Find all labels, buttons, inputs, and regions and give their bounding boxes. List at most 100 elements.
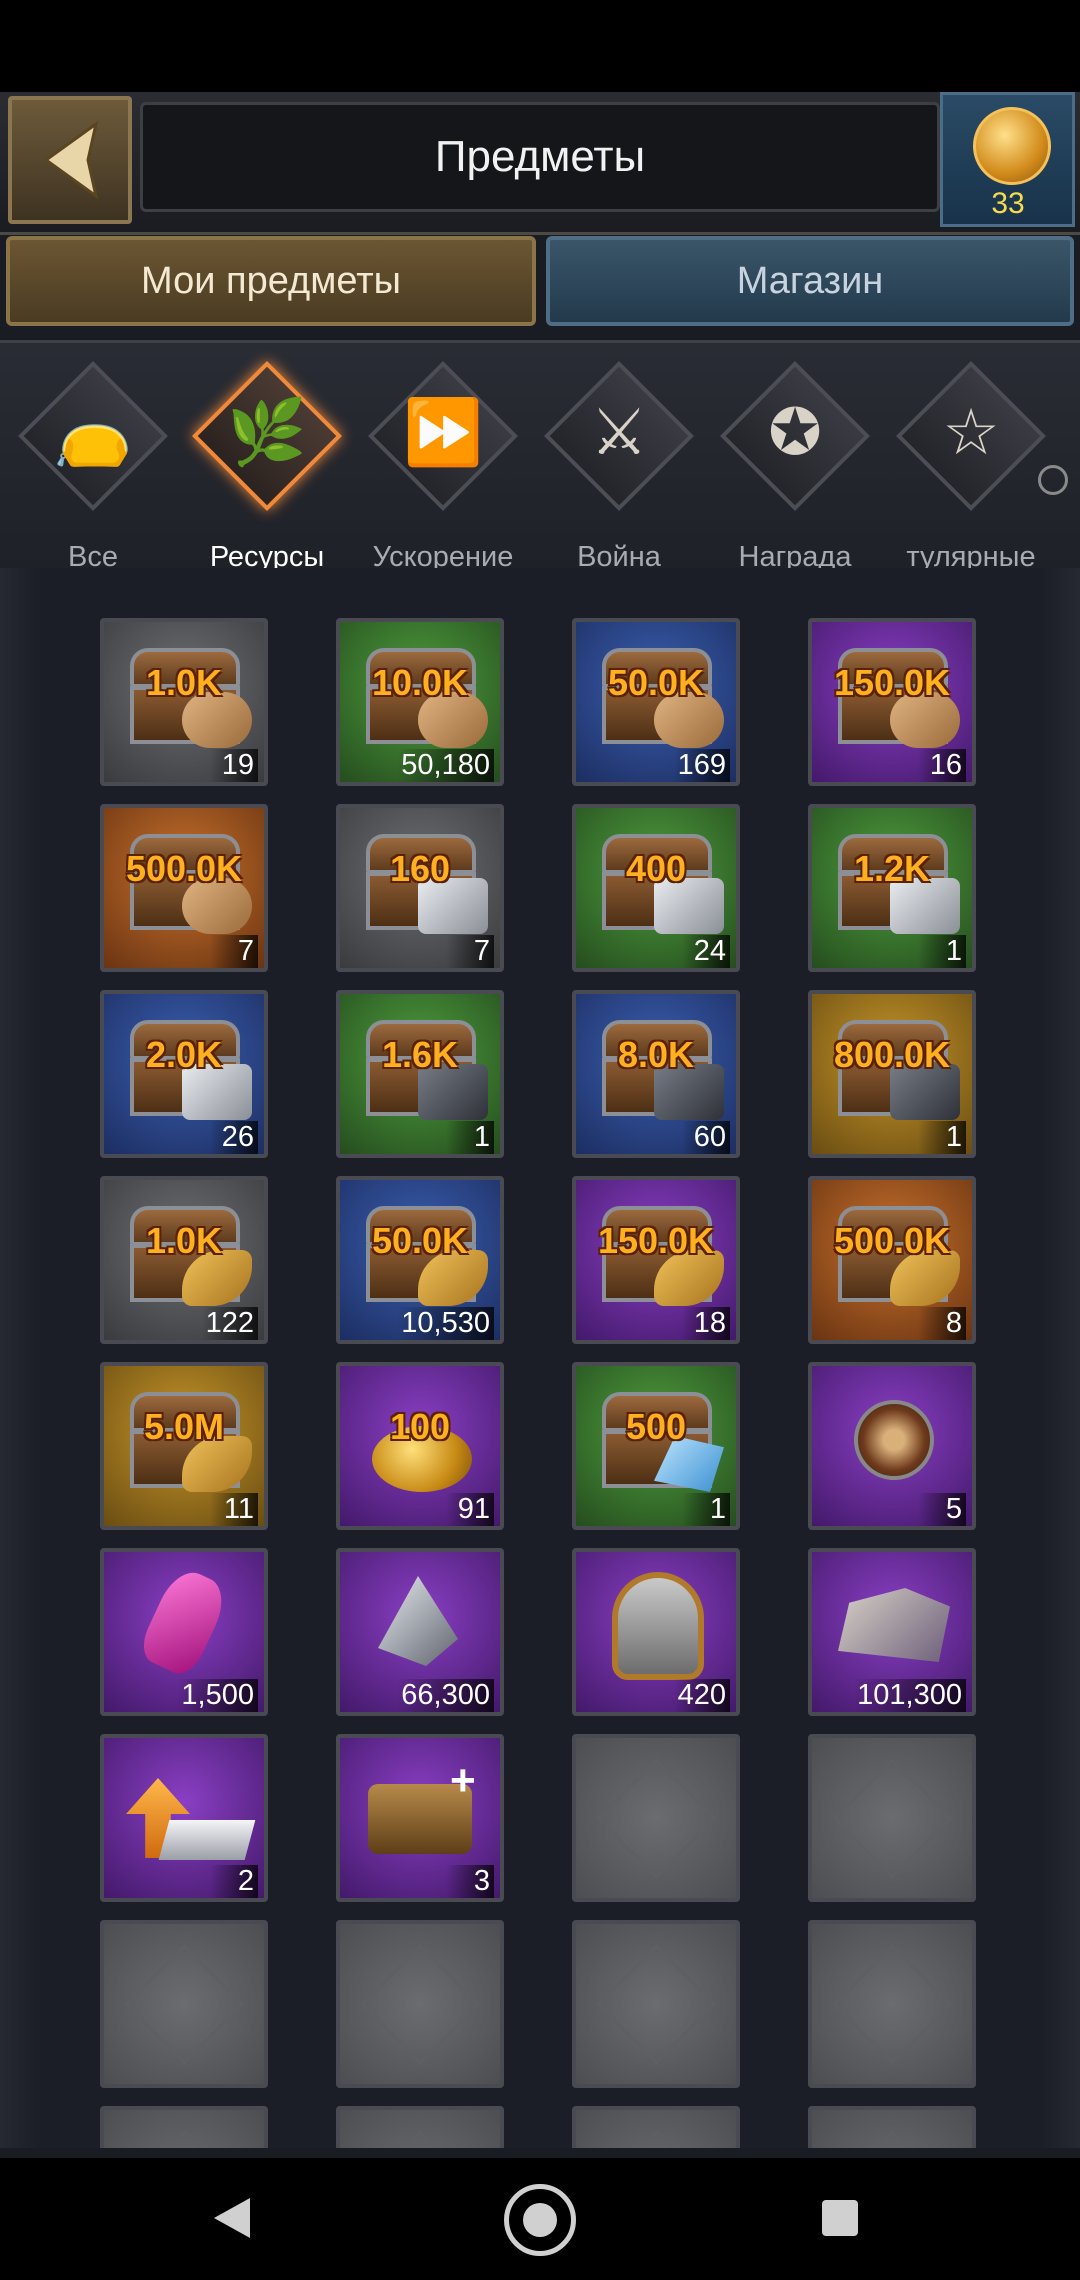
item-count: 18	[682, 1307, 730, 1340]
item-slot[interactable]: 10.0K 50,180	[336, 618, 504, 786]
item-slot[interactable]: 420	[572, 1548, 740, 1716]
item-count: 1	[918, 1121, 966, 1154]
tab-shop[interactable]: Магазин	[546, 236, 1074, 326]
item-slot[interactable]: +3	[336, 1734, 504, 1902]
item-slot[interactable]: 1.2K 1	[808, 804, 976, 972]
item-amount: 10.0K	[371, 662, 469, 703]
item-slot[interactable]: 500.0K 7	[100, 804, 268, 972]
coin-balance[interactable]: 33	[940, 92, 1075, 227]
plus-icon: +	[450, 1756, 476, 1805]
tab-my-items[interactable]: Мои предметы	[6, 236, 536, 326]
empty-slot	[572, 1920, 740, 2088]
empty-slot	[336, 2106, 504, 2148]
gold-coin-icon	[973, 107, 1051, 185]
fast-forward-icon: ⏩	[403, 396, 483, 468]
back-button[interactable]	[8, 96, 132, 224]
item-count: 7	[210, 935, 258, 968]
item-count: 5	[918, 1493, 966, 1526]
item-count: 10,530	[397, 1307, 494, 1340]
knight-helmet-icon	[612, 1572, 704, 1680]
item-count: 8	[918, 1307, 966, 1340]
item-slot[interactable]: 400 24	[572, 804, 740, 972]
item-slot[interactable]: 1.0K 122	[100, 1176, 268, 1344]
item-count: 11	[210, 1493, 258, 1526]
item-amount: 1.0K	[145, 1220, 223, 1261]
empty-slot	[100, 1920, 268, 2088]
item-amount: 50.0K	[607, 662, 705, 703]
item-count: 7	[446, 935, 494, 968]
nav-back-icon[interactable]	[214, 2198, 250, 2238]
nav-recent-icon[interactable]	[822, 2200, 858, 2236]
item-slot[interactable]: 101,300	[808, 1548, 976, 1716]
item-slot[interactable]: 150.0K 18	[572, 1176, 740, 1344]
item-slot[interactable]: 500.0K 8	[808, 1176, 976, 1344]
item-amount: 150.0K	[597, 1220, 715, 1261]
item-slot[interactable]: 5.0M 11	[100, 1362, 268, 1530]
category-bar: 👝 Все 🌿 Ресурсы ⏩ Ускорение ⚔ Война ✪ Награда ☆ тул…	[0, 340, 1080, 573]
item-amount: 160	[389, 848, 451, 889]
item-count: 16	[918, 749, 966, 782]
empty-slot	[808, 1734, 976, 1902]
item-count: 66,300	[397, 1679, 494, 1712]
item-slot[interactable]: 500 1	[572, 1362, 740, 1530]
star-badge-icon: ✪	[768, 396, 822, 468]
item-count: 1	[446, 1121, 494, 1154]
page-title: Предметы	[434, 132, 646, 181]
item-slot[interactable]: 5	[808, 1362, 976, 1530]
empty-slot	[808, 1920, 976, 2088]
category-tab-6[interactable]: ☆ тулярные	[896, 361, 1046, 573]
category-tab-4[interactable]: ⚔ Война	[544, 361, 694, 573]
item-slot[interactable]: 50.0K 169	[572, 618, 740, 786]
item-slot[interactable]: 100 91	[336, 1362, 504, 1530]
item-amount: 500	[625, 1406, 687, 1447]
category-tab-3[interactable]: ⏩ Ускорение	[368, 361, 518, 573]
item-count: 2	[210, 1865, 258, 1898]
item-amount: 1.0K	[145, 662, 223, 703]
item-slot[interactable]: 8.0K 60	[572, 990, 740, 1158]
title-bar: Предметы	[140, 102, 940, 212]
ingot-icon	[158, 1820, 256, 1860]
item-count: 101,300	[853, 1679, 966, 1712]
status-bar	[0, 0, 1080, 92]
tabs: Мои предметы Магазин	[0, 232, 1080, 332]
category-tab-5[interactable]: ✪ Награда	[720, 361, 870, 573]
plant-icon: 🌿	[227, 396, 307, 468]
item-slot[interactable]: 2	[100, 1734, 268, 1902]
item-slot[interactable]: 160 7	[336, 804, 504, 972]
coin-count: 33	[991, 187, 1025, 220]
item-amount: 100	[389, 1406, 451, 1447]
item-count: 1	[918, 935, 966, 968]
item-amount: 800.0K	[833, 1034, 951, 1075]
item-count: 1,500	[177, 1679, 258, 1712]
category-tab-2[interactable]: 🌿 Ресурсы	[192, 361, 342, 573]
item-count: 169	[673, 749, 730, 782]
item-slot[interactable]: 66,300	[336, 1548, 504, 1716]
item-amount: 8.0K	[617, 1034, 695, 1075]
category-tab-1[interactable]: 👝 Все	[18, 361, 168, 573]
item-amount: 150.0K	[833, 662, 951, 703]
items-grid-area[interactable]: 1.0K 19 10.0K 50,180 50.0K 169 150.0K 16 500.0K 7…	[0, 568, 1080, 2148]
item-count: 1	[682, 1493, 730, 1526]
item-amount: 50.0K	[371, 1220, 469, 1261]
empty-slot	[336, 1920, 504, 2088]
item-slot[interactable]: 50.0K 10,530	[336, 1176, 504, 1344]
item-amount: 2.0K	[145, 1034, 223, 1075]
spiked-star-emblem-icon	[854, 1400, 934, 1480]
item-slot[interactable]: 150.0K 16	[808, 618, 976, 786]
item-slot[interactable]: 1.0K 19	[100, 618, 268, 786]
empty-slot	[808, 2106, 976, 2148]
item-count: 50,180	[397, 749, 494, 782]
item-amount: 500.0K	[125, 848, 243, 889]
item-slot[interactable]: 800.0K 1	[808, 990, 976, 1158]
nav-home-icon[interactable]	[504, 2184, 576, 2256]
item-slot[interactable]: 1.6K 1	[336, 990, 504, 1158]
item-slot[interactable]: 1,500	[100, 1548, 268, 1716]
item-count: 26	[210, 1121, 258, 1154]
item-count: 420	[673, 1679, 730, 1712]
system-nav-bar	[0, 2158, 1080, 2280]
item-count: 24	[682, 935, 730, 968]
item-count: 91	[446, 1493, 494, 1526]
right-border	[1040, 568, 1080, 2148]
item-slot[interactable]: 2.0K 26	[100, 990, 268, 1158]
item-count: 19	[210, 749, 258, 782]
